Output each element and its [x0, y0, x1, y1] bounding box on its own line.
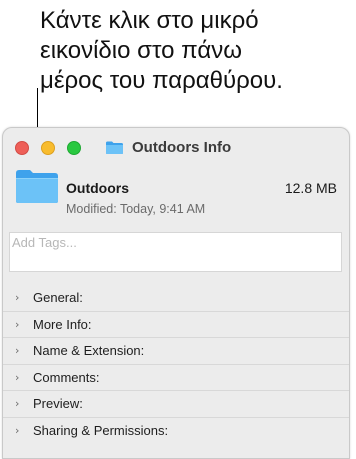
- section-label: Name & Extension:: [33, 343, 145, 359]
- close-button[interactable]: [15, 141, 29, 155]
- info-sections: › General: › More Info: › Name & Extensi…: [3, 284, 349, 443]
- item-name: Outdoors: [66, 180, 129, 196]
- item-size: 12.8 MB: [284, 180, 337, 196]
- section-label: General:: [33, 289, 83, 305]
- section-label: Sharing & Permissions:: [33, 422, 169, 438]
- section-preview[interactable]: › Preview:: [3, 390, 349, 417]
- folder-icon[interactable]: [105, 140, 124, 155]
- callout-line-2: εικονίδιο στο πάνω: [40, 37, 242, 64]
- window-title-group: Outdoors Info: [105, 137, 231, 157]
- chevron-right-icon[interactable]: ›: [15, 291, 35, 304]
- window-title: Outdoors Info: [132, 138, 232, 156]
- section-label: Comments:: [33, 369, 100, 385]
- info-window: Outdoors Info Outdoors 12.8 MB Modified:…: [2, 127, 350, 459]
- section-comments[interactable]: › Comments:: [3, 363, 349, 391]
- title-bar[interactable]: Outdoors Info: [3, 128, 349, 166]
- zoom-button[interactable]: [67, 141, 81, 155]
- section-label: More Info:: [33, 316, 92, 332]
- callout-line-3: μέρος του παραθύρου.: [40, 67, 283, 94]
- minimize-button[interactable]: [41, 141, 55, 155]
- callout-line-1: Κάντε κλικ στο μικρό: [40, 7, 259, 34]
- section-label: Preview:: [33, 396, 83, 412]
- item-modified-date: Modified: Today, 9:41 AM: [66, 202, 206, 216]
- tags-placeholder: Add Tags...: [12, 235, 77, 250]
- section-sharing-permissions[interactable]: › Sharing & Permissions:: [3, 416, 349, 444]
- chevron-right-icon[interactable]: ›: [15, 318, 35, 331]
- chevron-right-icon[interactable]: ›: [15, 344, 35, 357]
- folder-icon: [16, 170, 58, 203]
- section-general[interactable]: › General:: [3, 284, 349, 311]
- chevron-right-icon[interactable]: ›: [15, 424, 35, 437]
- item-header: Outdoors 12.8 MB Modified: Today, 9:41 A…: [3, 166, 349, 222]
- section-name-extension[interactable]: › Name & Extension:: [3, 337, 349, 364]
- tags-field[interactable]: Add Tags...: [9, 232, 342, 272]
- chevron-right-icon[interactable]: ›: [15, 371, 35, 384]
- chevron-right-icon[interactable]: ›: [15, 397, 35, 410]
- section-more-info[interactable]: › More Info:: [3, 310, 349, 338]
- callout-text: Κάντε κλικ στο μικρό εικονίδιο στο πάνω …: [40, 6, 350, 96]
